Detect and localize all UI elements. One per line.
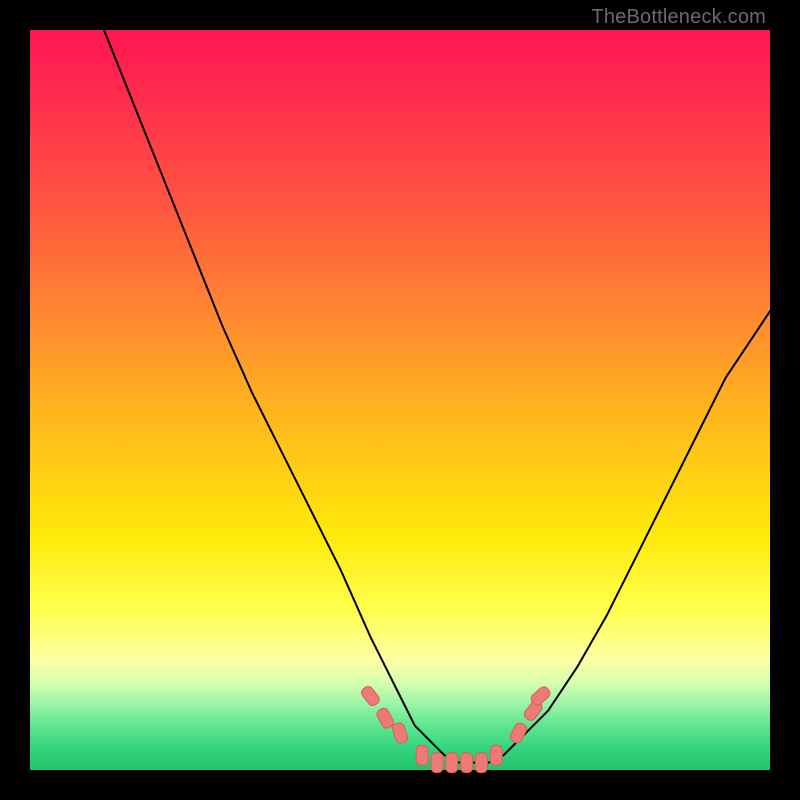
curve-marker <box>508 721 528 744</box>
marker-layer <box>360 684 553 772</box>
bottleneck-curve <box>104 30 770 763</box>
curve-marker <box>375 707 395 730</box>
curve-marker <box>490 745 502 765</box>
curve-marker <box>391 722 409 745</box>
curve-marker <box>431 753 443 773</box>
curve-marker <box>446 753 458 773</box>
curve-marker <box>475 753 487 773</box>
plot-area <box>30 30 770 770</box>
curve-marker <box>360 684 382 707</box>
chart-svg <box>30 30 770 770</box>
curve-layer <box>104 30 770 763</box>
outer-frame: TheBottleneck.com <box>0 0 800 800</box>
curve-marker <box>416 745 428 765</box>
watermark-text: TheBottleneck.com <box>591 6 766 29</box>
curve-marker <box>461 753 473 773</box>
